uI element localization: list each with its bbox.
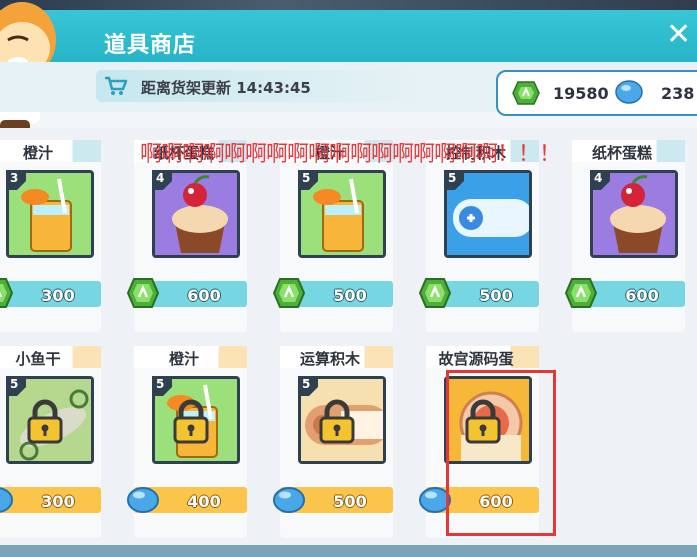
green-gem-icon — [418, 278, 452, 308]
green-gem-icon — [126, 278, 160, 308]
item-price: 500 — [479, 286, 513, 305]
shop-item-card[interactable]: 橙汁 3 300 — [0, 140, 101, 332]
close-button[interactable]: ✕ — [666, 20, 696, 50]
item-name: 故宫源码蛋 — [438, 350, 514, 368]
green-gem-icon — [512, 81, 540, 105]
blue-shell-icon — [615, 80, 643, 104]
item-price: 500 — [333, 286, 367, 305]
item-price: 600 — [625, 286, 659, 305]
shell-balance: 238 — [661, 84, 695, 103]
green-gem-icon — [564, 278, 598, 308]
item-price: 300 — [41, 492, 75, 511]
item-price: 500 — [333, 492, 367, 511]
item-name: 橙汁 — [22, 144, 53, 162]
lock-icon — [173, 399, 209, 444]
shop-item-card[interactable]: 橙汁 5 500 — [272, 140, 393, 332]
blue-shell-icon — [273, 487, 305, 513]
refresh-timer-text: 距离货架更新 14:43:45 — [141, 79, 311, 97]
gem-balance: 19580 — [553, 84, 609, 103]
item-name: 小鱼干 — [15, 350, 61, 368]
page-title: 道具商店 — [104, 33, 197, 58]
item-price: 300 — [41, 286, 75, 305]
lock-icon — [27, 399, 63, 444]
shop-item-card[interactable]: 纸杯蛋糕 4 600 — [126, 140, 247, 332]
item-price: 400 — [187, 492, 221, 511]
shop-item-card[interactable]: 控制积木 5 500 — [418, 140, 539, 332]
item-name: 橙汁 — [168, 350, 199, 368]
lock-icon — [319, 399, 355, 444]
item-name: 纸杯蛋糕 — [591, 144, 652, 162]
green-gem-icon — [0, 278, 14, 308]
bottom-strip — [0, 545, 697, 557]
item-name: 运算积木 — [299, 350, 360, 368]
item-price: 600 — [187, 286, 221, 305]
cart-icon — [105, 76, 128, 95]
shop-item-card[interactable]: 运算积木 5 500 — [273, 346, 393, 538]
annotation-text: 啊啊啊啊啊啊啊啊啊啊啊啊啊啊啊啊啊！！！ — [140, 142, 561, 167]
green-gem-icon — [272, 278, 306, 308]
shop-item-card[interactable]: 橙汁 5 400 — [127, 346, 247, 538]
highlight-box — [446, 370, 556, 536]
blue-shell-icon — [127, 487, 159, 513]
blue-shell-icon — [0, 487, 13, 513]
shop-item-card[interactable]: 纸杯蛋糕 4 600 — [564, 140, 685, 332]
shop-item-card[interactable]: 小鱼干 5 300 — [0, 346, 101, 538]
